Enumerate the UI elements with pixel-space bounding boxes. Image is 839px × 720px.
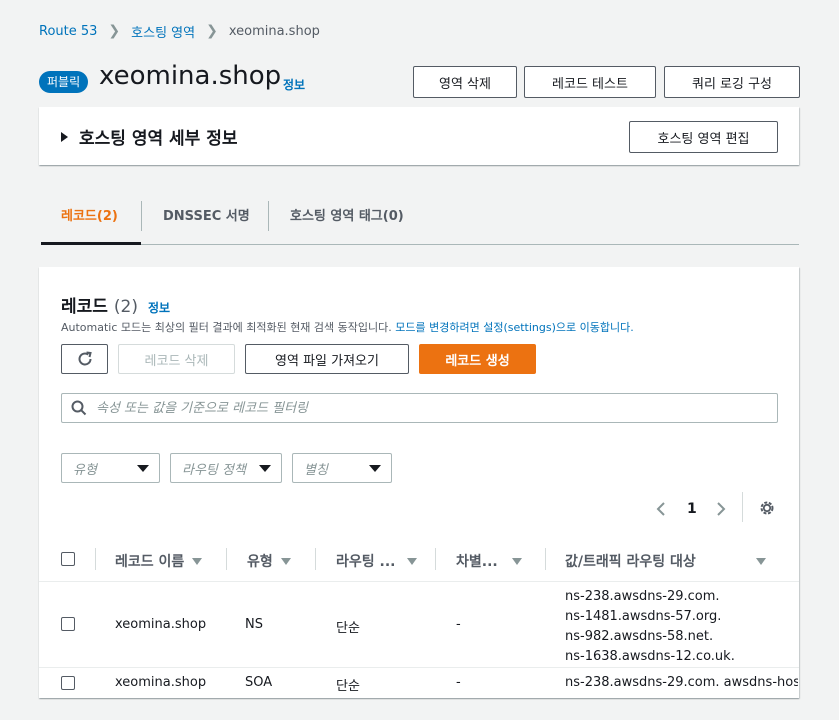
- record-routing: 단순: [336, 621, 360, 636]
- chevron-left-icon: [656, 502, 665, 516]
- record-filter-search[interactable]: [61, 393, 778, 423]
- column-divider: [315, 548, 316, 570]
- chevron-right-icon: ❯: [108, 23, 121, 39]
- caret-down-icon: [369, 464, 381, 472]
- records-count: (2): [113, 297, 139, 317]
- records-description: Automatic 모드는 최상의 필터 결과에 최적화된 현재 검색 동작입니…: [61, 321, 634, 334]
- sort-icon: [192, 557, 203, 565]
- record-differentiator: -: [456, 617, 461, 632]
- record-name[interactable]: xeomina.shop: [115, 675, 206, 690]
- previous-page-button[interactable]: [655, 498, 667, 520]
- sort-icon: [511, 557, 522, 565]
- breadcrumb-hosted-zones-link[interactable]: 호스팅 영역: [131, 22, 195, 41]
- column-header-routing[interactable]: 라우팅 ...: [336, 551, 418, 571]
- records-heading: 레코드 (2) 정보: [61, 292, 170, 317]
- row-checkbox[interactable]: [61, 617, 75, 631]
- record-routing: 단순: [336, 679, 360, 694]
- search-input[interactable]: [96, 400, 696, 416]
- record-type: SOA: [245, 675, 273, 690]
- breadcrumb-route53-link[interactable]: Route 53: [39, 24, 97, 39]
- sort-icon: [755, 557, 766, 565]
- column-divider: [545, 548, 546, 570]
- tab-divider: [268, 201, 269, 231]
- breadcrumb: Route 53 ❯ 호스팅 영역 ❯ xeomina.shop: [39, 22, 320, 41]
- gear-icon: [760, 501, 774, 515]
- caret-right-icon: [61, 131, 68, 142]
- delete-zone-button[interactable]: 영역 삭제: [413, 66, 517, 98]
- alias-filter-select[interactable]: 별칭: [292, 453, 392, 483]
- records-info-link[interactable]: 정보: [148, 299, 170, 316]
- tab-divider: [141, 201, 142, 231]
- column-divider: [435, 548, 436, 570]
- column-header-value[interactable]: 값/트래픽 라우팅 대상: [565, 551, 766, 571]
- title-info-link[interactable]: 정보: [283, 76, 305, 93]
- record-values: ns-238.awsdns-29.com. ns-1481.awsdns-57.…: [565, 587, 735, 667]
- next-page-button[interactable]: [715, 498, 727, 520]
- test-record-button[interactable]: 레코드 테스트: [524, 66, 656, 98]
- refresh-icon: [78, 351, 92, 366]
- row-checkbox[interactable]: [61, 676, 75, 690]
- details-panel-title: 호스팅 영역 세부 정보: [79, 129, 238, 149]
- caret-down-icon: [137, 464, 149, 472]
- sort-icon: [407, 557, 418, 565]
- records-title: 레코드: [61, 297, 108, 317]
- record-differentiator: -: [456, 675, 461, 690]
- caret-down-icon: [259, 464, 271, 472]
- public-badge: 퍼블릭: [39, 71, 89, 93]
- record-value: ns-238.awsdns-29.com. awsdns-hostmaster.…: [565, 675, 798, 690]
- edit-hosted-zone-button[interactable]: 호스팅 영역 편집: [629, 121, 778, 153]
- column-header-record-name[interactable]: 레코드 이름: [115, 551, 203, 571]
- tabs-baseline: [41, 244, 799, 245]
- record-value: ns-238.awsdns-29.com.: [565, 589, 720, 604]
- column-divider: [95, 548, 96, 570]
- tab-dnssec[interactable]: DNSSEC 서명: [163, 205, 250, 225]
- record-type: NS: [245, 617, 263, 632]
- create-record-button[interactable]: 레코드 생성: [419, 344, 536, 374]
- record-values: ns-238.awsdns-29.com. awsdns-hostmaster.…: [565, 675, 798, 690]
- breadcrumb-current: xeomina.shop: [228, 23, 320, 39]
- delete-record-button[interactable]: 레코드 삭제: [118, 344, 235, 374]
- type-filter-select[interactable]: 유형: [61, 453, 160, 483]
- preferences-button[interactable]: [758, 499, 776, 521]
- import-zone-file-button[interactable]: 영역 파일 가져오기: [245, 344, 409, 374]
- refresh-button[interactable]: [61, 344, 108, 374]
- chevron-right-icon: ❯: [206, 23, 218, 39]
- tab-hosted-zone-tags[interactable]: 호스팅 영역 태그(0): [290, 205, 404, 225]
- record-name[interactable]: xeomina.shop: [115, 617, 206, 632]
- sort-icon: [280, 557, 291, 565]
- record-value: ns-1481.awsdns-57.org.: [565, 609, 722, 624]
- page-title: xeomina.shop: [99, 61, 282, 91]
- record-value: ns-1638.awsdns-12.co.uk.: [565, 649, 735, 664]
- record-value: ns-982.awsdns-58.net.: [565, 629, 714, 644]
- hosted-zone-details-toggle[interactable]: 호스팅 영역 세부 정보: [61, 124, 238, 149]
- query-logging-button[interactable]: 쿼리 로깅 구성: [664, 66, 800, 98]
- active-tab-indicator: [41, 242, 141, 245]
- tab-records[interactable]: 레코드(2): [61, 205, 118, 225]
- settings-link[interactable]: 모드를 변경하려면 설정(settings)으로 이동합니다.: [395, 321, 633, 334]
- current-page-number[interactable]: 1: [687, 498, 697, 520]
- column-divider: [226, 548, 227, 570]
- column-header-differentiator[interactable]: 차별...: [456, 551, 522, 571]
- pagination-divider: [742, 492, 743, 522]
- chevron-right-icon: [717, 502, 726, 516]
- routing-policy-filter-select[interactable]: 라우팅 정책: [170, 453, 282, 483]
- search-icon: [71, 400, 87, 416]
- column-header-type[interactable]: 유형: [247, 551, 291, 571]
- select-all-checkbox[interactable]: [61, 552, 75, 566]
